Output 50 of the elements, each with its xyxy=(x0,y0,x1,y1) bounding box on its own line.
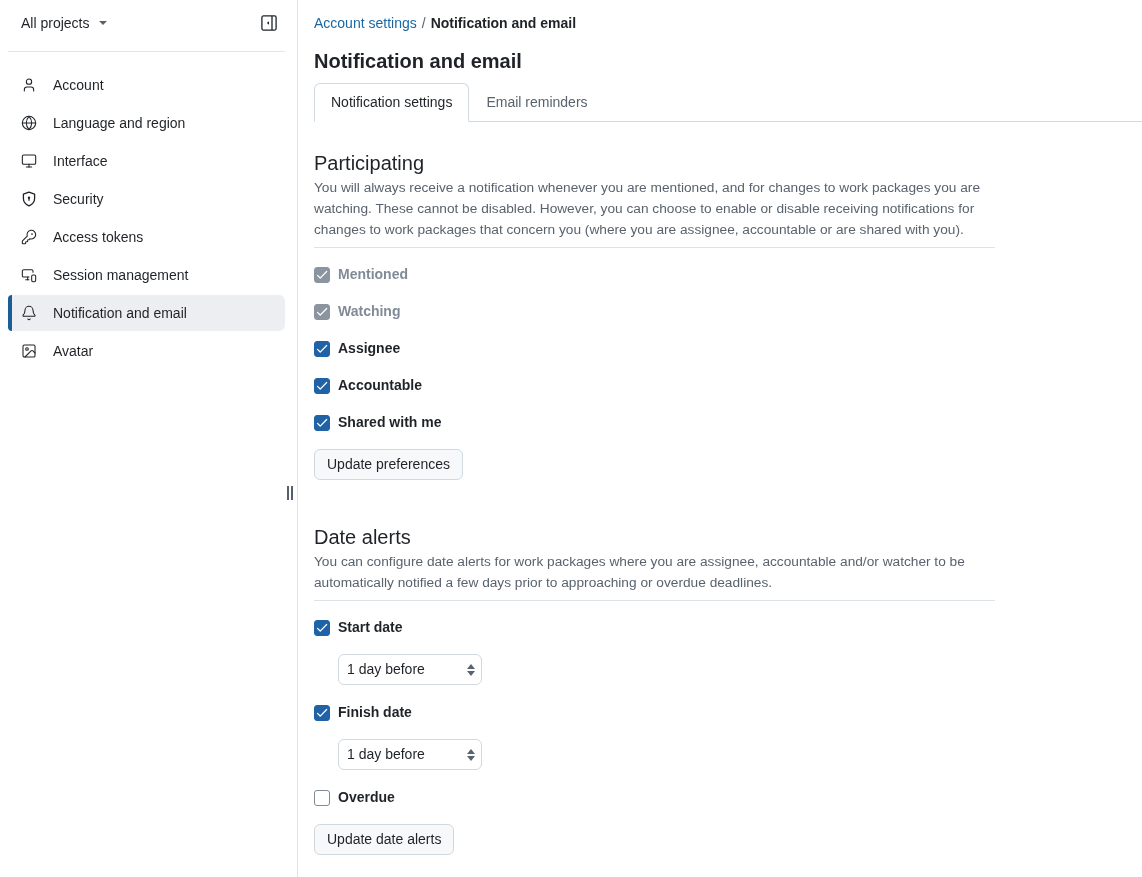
checkbox-label: Watching xyxy=(338,302,401,321)
update-button[interactable]: Update date alerts xyxy=(314,824,455,855)
update-button[interactable]: Update preferences xyxy=(314,449,463,480)
checkbox[interactable] xyxy=(314,619,330,636)
select-field[interactable]: 1 day before xyxy=(338,654,482,685)
sidebar-item[interactable]: Access tokens xyxy=(8,219,285,255)
checkbox-label: Finish date xyxy=(338,703,412,722)
section-description: You will always receive a notification whenever you are mentioned, and for changes to work packages you are watching. These cannot be disabled. However, you can choose to enable or disable receiving notifications for changes to work packages that concern you (where you are assignee, accountable or are shared with you). xyxy=(314,177,995,248)
panel-toggle-icon[interactable] xyxy=(261,15,277,31)
checkbox-label: Mentioned xyxy=(338,265,408,284)
sidebar-item[interactable]: Security xyxy=(8,181,285,217)
checkbox[interactable] xyxy=(314,414,330,431)
checkbox-label: Accountable xyxy=(338,376,422,395)
breadcrumb-link[interactable]: Account settings xyxy=(314,12,417,34)
checkbox-label: Start date xyxy=(338,618,403,637)
breadcrumb-current: Notification and email xyxy=(430,13,577,33)
globe-icon xyxy=(21,115,37,131)
caret-icon xyxy=(99,21,108,25)
checkbox-label: Overdue xyxy=(338,788,395,807)
shield-icon xyxy=(21,191,37,207)
sidebar-item[interactable]: Avatar xyxy=(8,333,285,369)
project-selector[interactable]: All projects xyxy=(21,12,108,34)
page-title: Notification and email xyxy=(314,49,523,74)
monitor-icon xyxy=(21,153,37,169)
checkbox-label: Assignee xyxy=(338,339,401,358)
checkbox[interactable] xyxy=(314,704,330,721)
resize-handle[interactable] xyxy=(287,486,293,500)
tab[interactable]: Email reminders xyxy=(469,83,605,122)
checkbox[interactable] xyxy=(314,340,330,357)
breadcrumb-separator: / xyxy=(421,13,426,33)
image-icon xyxy=(21,343,37,359)
key-icon xyxy=(21,229,37,245)
sidebar-item[interactable]: Interface xyxy=(8,143,285,179)
checkbox[interactable] xyxy=(314,377,330,394)
checkbox-label: Shared with me xyxy=(338,413,442,432)
sidebar-item[interactable]: Notification and email xyxy=(8,295,285,331)
sidebar-item[interactable]: Language and region xyxy=(8,105,285,141)
section-description: You can configure date alerts for work packages where you are assignee, accountable and/or watcher to be automatically notified a few days prior to approaching or overdue deadlines. xyxy=(314,551,995,601)
tab[interactable]: Notification settings xyxy=(314,83,470,122)
devices-icon xyxy=(21,267,37,283)
select-field[interactable]: 1 day before xyxy=(338,739,482,770)
checkbox[interactable] xyxy=(314,789,330,806)
sort-arrows-icon xyxy=(467,748,475,761)
sidebar-item[interactable]: Account xyxy=(8,67,285,103)
person-icon xyxy=(21,77,37,93)
section-heading: Date alerts xyxy=(314,525,412,550)
sidebar-item[interactable]: Session management xyxy=(8,257,285,293)
bell-icon xyxy=(21,305,37,321)
sort-arrows-icon xyxy=(467,663,475,676)
section-heading: Participating xyxy=(314,151,426,176)
